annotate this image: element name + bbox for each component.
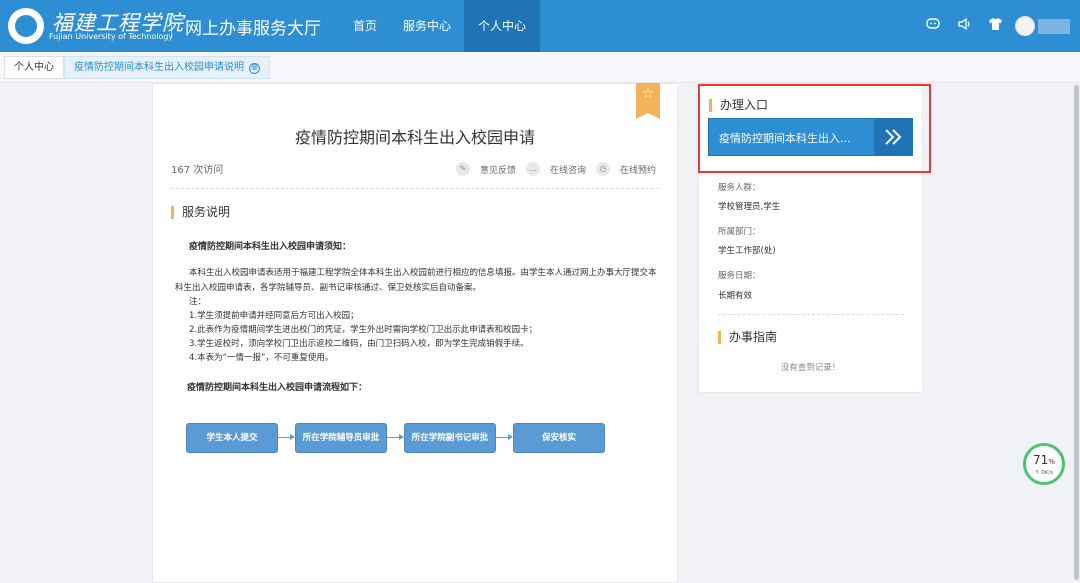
- online-consult-button[interactable]: … 在线咨询: [526, 162, 586, 176]
- speed-rate: ↑ 0K/s: [1034, 470, 1054, 476]
- visit-count: 167 次访问: [171, 165, 224, 176]
- nav-home[interactable]: 首页: [340, 0, 390, 52]
- notice-paragraph: 本科生出入校园申请表适用于福建工程学院全体本科生出入校园前进行相应的信息填报。由…: [175, 268, 657, 293]
- divider: [171, 188, 659, 189]
- chat-icon[interactable]: [923, 17, 943, 35]
- star-glyph: ☆: [641, 86, 655, 102]
- top-header: 福建工程学院 Fujian University of Technology 网…: [0, 0, 1080, 52]
- speed-percent: 71%: [1033, 453, 1055, 467]
- online-booking-label: 在线预约: [620, 165, 657, 176]
- university-logo-icon: [8, 8, 44, 44]
- network-speed-widget[interactable]: 71% ↑ 0K/s: [1023, 443, 1065, 485]
- feedback-button[interactable]: ✎ 意见反馈: [456, 162, 516, 176]
- service-audience-label: 服务人群：: [718, 183, 761, 193]
- entry-highlight-box: [698, 84, 931, 173]
- flow-heading: 疫情防控期间本科生出入校园申请流程如下：: [187, 383, 368, 393]
- flow-step-1: 学生本人提交: [186, 423, 278, 453]
- tab-bar: 个人中心 疫情防控期间本科生出入校园申请说明 ⊗: [0, 52, 1080, 83]
- chat-icon: …: [526, 162, 541, 176]
- flow-arrow: [387, 434, 404, 440]
- page-title: 疫情防控期间本科生出入校园申请: [294, 128, 535, 147]
- speaker-icon[interactable]: [954, 17, 974, 35]
- user-name-redacted[interactable]: [1038, 18, 1070, 34]
- flow-arrow: [496, 434, 513, 440]
- flow-step-2: 所在学院辅导员审批: [295, 423, 387, 453]
- flow-step-4: 保安核实: [513, 423, 605, 453]
- tab-personal-center[interactable]: 个人中心: [4, 56, 64, 79]
- close-icon[interactable]: ⊗: [249, 63, 260, 74]
- avatar[interactable]: [1015, 16, 1035, 36]
- note-line: 注：: [189, 297, 207, 307]
- tshirt-icon[interactable]: [985, 17, 1005, 35]
- note-line: 3.学生返校时，须向学校门卫出示返校二维码，由门卫扫码入校，即为学生完成销假手续…: [189, 339, 529, 349]
- favorite-star-icon[interactable]: ☆: [636, 83, 660, 119]
- tab-label: 个人中心: [14, 62, 54, 73]
- service-date-value: 长期有效: [718, 291, 753, 301]
- university-name-en: Fujian University of Technology: [49, 32, 174, 41]
- service-description-title: 服务说明: [171, 206, 230, 219]
- main-nav: 首页 服务中心 个人中心: [340, 0, 541, 52]
- header-toolbar: [912, 0, 1070, 52]
- edit-icon: ✎: [456, 162, 470, 176]
- service-actions: ✎ 意见反馈 … 在线咨询 ◷ 在线预约: [456, 162, 666, 176]
- guide-title: 办事指南: [718, 331, 777, 344]
- service-audience-value: 学校管理员,学生: [718, 202, 781, 212]
- online-booking-button[interactable]: ◷ 在线预约: [596, 162, 656, 176]
- nav-personal-center[interactable]: 个人中心: [464, 0, 541, 52]
- scrollbar-thumb[interactable]: [1074, 85, 1079, 580]
- clock-icon: ◷: [596, 162, 611, 176]
- department-label: 所属部门：: [718, 227, 761, 237]
- tab-label: 疫情防控期间本科生出入校园申请说明: [74, 62, 244, 73]
- note-line: 1.学生须提前申请并经同意后方可出入校园；: [189, 311, 359, 321]
- no-record-text: 没有查到记录！: [780, 363, 841, 373]
- tab-application-notice[interactable]: 疫情防控期间本科生出入校园申请说明 ⊗: [64, 56, 270, 79]
- system-title: 网上办事服务大厅: [185, 19, 321, 39]
- note-line: 4.本表为“一情一报”，不可重复使用。: [189, 353, 334, 363]
- flow-step-3: 所在学院副书记审批: [404, 423, 496, 453]
- online-consult-label: 在线咨询: [550, 165, 587, 176]
- service-date-label: 服务日期：: [718, 271, 761, 281]
- divider: [718, 314, 904, 315]
- nav-service-center[interactable]: 服务中心: [390, 0, 464, 52]
- header-divider: [171, 14, 172, 38]
- flow-arrow: [278, 434, 295, 440]
- department-value: 学生工作部(处): [718, 246, 776, 256]
- notice-heading: 疫情防控期间本科生出入校园申请须知：: [189, 242, 352, 252]
- note-line: 2.此表作为疫情期间学生进出校门的凭证，学生外出时需向学校门卫出示此申请表和校园…: [189, 325, 538, 335]
- feedback-label: 意见反馈: [480, 165, 517, 176]
